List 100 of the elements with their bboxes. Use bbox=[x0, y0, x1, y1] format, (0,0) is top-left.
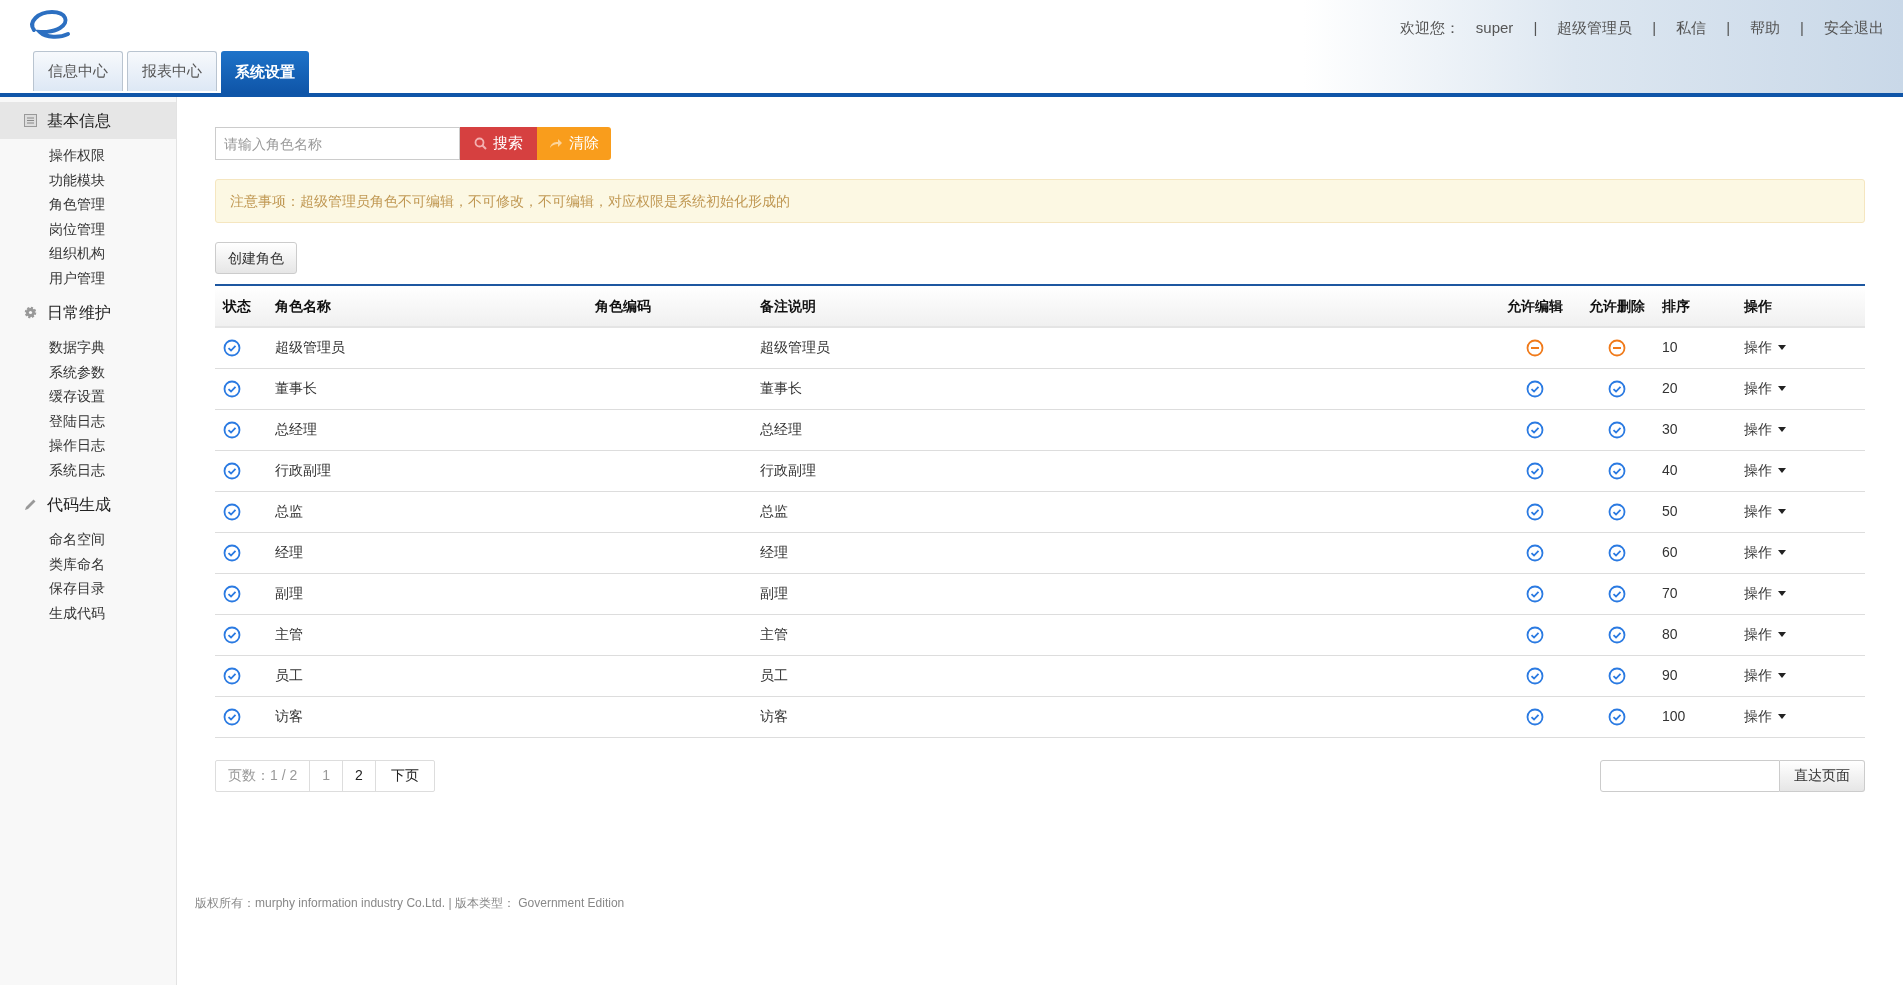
table-cell: 经理 bbox=[265, 532, 595, 573]
separator-text: | bbox=[1532, 18, 1539, 38]
action-dropdown[interactable]: 操作 bbox=[1744, 583, 1786, 604]
table-cell: 40 bbox=[1658, 450, 1740, 491]
action-dropdown[interactable]: 操作 bbox=[1744, 378, 1786, 399]
action-dropdown[interactable]: 操作 bbox=[1744, 501, 1786, 522]
notice-banner: 注意事项：超级管理员角色不可编辑，不可修改，不可编辑，对应权限是系统初始化形成的 bbox=[215, 179, 1865, 223]
header-link[interactable]: 超级管理员 bbox=[1557, 17, 1633, 40]
column-header: 允许删除 bbox=[1576, 285, 1658, 327]
caret-icon bbox=[1778, 386, 1786, 391]
header-link[interactable]: 帮助 bbox=[1750, 17, 1781, 40]
action-dropdown[interactable]: 操作 bbox=[1744, 419, 1786, 440]
sidebar-item[interactable]: 组织机构 bbox=[49, 241, 176, 266]
gear-icon bbox=[24, 306, 37, 319]
sidebar-item[interactable]: 缓存设置 bbox=[49, 384, 176, 409]
column-header: 排序 bbox=[1658, 285, 1740, 327]
separator-text: | bbox=[1651, 18, 1658, 38]
action-dropdown[interactable]: 操作 bbox=[1744, 337, 1786, 359]
nav-tab[interactable]: 报表中心 bbox=[127, 51, 217, 91]
caret-icon bbox=[1778, 550, 1786, 555]
page-info: 页数：1 / 2 bbox=[216, 760, 311, 791]
table-cell: 70 bbox=[1658, 573, 1740, 614]
arrow-icon bbox=[549, 138, 563, 149]
table-cell: 总监 bbox=[760, 491, 1494, 532]
sidebar-group-header[interactable]: 日常维护 bbox=[0, 294, 176, 331]
column-header: 角色编码 bbox=[595, 285, 760, 327]
column-header: 允许编辑 bbox=[1494, 285, 1576, 327]
header-link[interactable]: 安全退出 bbox=[1824, 17, 1884, 40]
table-cell: 行政副理 bbox=[760, 450, 1494, 491]
goto-page-button[interactable]: 直达页面 bbox=[1780, 759, 1865, 792]
table-cell: 主管 bbox=[760, 614, 1494, 655]
table-cell: 副理 bbox=[760, 573, 1494, 614]
table-cell: 行政副理 bbox=[265, 450, 595, 491]
search-field[interactable]: 请输入角色名称 bbox=[215, 127, 460, 160]
sidebar-item[interactable]: 系统参数 bbox=[49, 359, 176, 384]
table-cell: 30 bbox=[1658, 409, 1740, 450]
table-cell: 访客 bbox=[760, 696, 1494, 737]
sidebar-item[interactable]: 数据字典 bbox=[49, 335, 176, 360]
footer-text: 版权所有：murphy information industry Co.Ltd. | 版本类型： Government Edition bbox=[195, 895, 625, 910]
table-cell: 50 bbox=[1658, 491, 1740, 532]
caret-icon bbox=[1778, 427, 1786, 432]
sidebar-item[interactable]: 操作权限 bbox=[49, 143, 176, 168]
table-cell: 董事长 bbox=[265, 368, 595, 409]
action-dropdown[interactable]: 操作 bbox=[1744, 665, 1786, 686]
action-dropdown[interactable]: 操作 bbox=[1744, 542, 1786, 563]
action-dropdown[interactable]: 操作 bbox=[1744, 706, 1786, 727]
table-cell: 60 bbox=[1658, 532, 1740, 573]
table-cell: 80 bbox=[1658, 614, 1740, 655]
table-cell: 超级管理员 bbox=[265, 327, 595, 368]
pencil-icon bbox=[24, 498, 37, 511]
table-cell: 总经理 bbox=[265, 409, 595, 450]
sidebar-group-header[interactable]: 基本信息 bbox=[0, 102, 176, 139]
nav-tab[interactable]: 信息中心 bbox=[33, 51, 123, 91]
separator-text: | bbox=[1799, 18, 1805, 38]
search-icon bbox=[474, 137, 487, 150]
caret-icon bbox=[1778, 632, 1786, 637]
column-header: 状态 bbox=[215, 285, 265, 327]
sidebar-item[interactable]: 角色管理 bbox=[49, 192, 176, 217]
sidebar-item[interactable]: 系统日志 bbox=[49, 457, 176, 482]
next-page-link[interactable]: 下页 bbox=[375, 760, 434, 791]
page-link[interactable]: 2 bbox=[343, 760, 376, 791]
sidebar-item[interactable]: 岗位管理 bbox=[49, 216, 176, 241]
column-header: 角色名称 bbox=[265, 285, 595, 327]
caret-icon bbox=[1778, 345, 1786, 351]
sidebar-item[interactable]: 生成代码 bbox=[49, 600, 176, 625]
nav-tab[interactable]: 系统设置 bbox=[221, 51, 309, 93]
search-button[interactable]: 搜索 bbox=[460, 127, 537, 160]
table-cell: 90 bbox=[1658, 655, 1740, 696]
sidebar-item[interactable]: 命名空间 bbox=[49, 527, 176, 552]
column-header: 备注说明 bbox=[760, 285, 1494, 327]
sidebar-item[interactable]: 保存目录 bbox=[49, 576, 176, 601]
table-cell: 10 bbox=[1658, 327, 1740, 368]
sidebar-item[interactable]: 功能模块 bbox=[49, 167, 176, 192]
action-dropdown[interactable]: 操作 bbox=[1744, 460, 1786, 481]
page-number-field[interactable] bbox=[1600, 759, 1780, 792]
table-cell: 100 bbox=[1658, 696, 1740, 737]
table-cell: 经理 bbox=[760, 532, 1494, 573]
action-dropdown[interactable]: 操作 bbox=[1744, 624, 1786, 645]
header-link[interactable]: super bbox=[1475, 17, 1514, 40]
separator-text: | bbox=[1725, 18, 1732, 38]
list-icon bbox=[24, 114, 37, 127]
table-cell: 总经理 bbox=[760, 409, 1494, 450]
sidebar-item[interactable]: 操作日志 bbox=[49, 433, 176, 458]
table-cell: 董事长 bbox=[760, 368, 1494, 409]
table-cell: 超级管理员 bbox=[760, 327, 1494, 368]
caret-icon bbox=[1778, 673, 1786, 678]
header-link[interactable]: 私信 bbox=[1676, 17, 1707, 40]
sidebar-item[interactable]: 类库命名 bbox=[49, 551, 176, 576]
group-title: 代码生成 bbox=[47, 494, 111, 515]
caret-icon bbox=[1778, 591, 1786, 596]
table-cell: 20 bbox=[1658, 368, 1740, 409]
table-cell: 副理 bbox=[265, 573, 595, 614]
caret-icon bbox=[1778, 509, 1786, 514]
table-cell: 访客 bbox=[265, 696, 595, 737]
create-role-button[interactable]: 创建角色 bbox=[215, 242, 297, 274]
sidebar-item[interactable]: 登陆日志 bbox=[49, 408, 176, 433]
group-title: 基本信息 bbox=[47, 110, 111, 131]
sidebar-group-header[interactable]: 代码生成 bbox=[0, 486, 176, 523]
caret-icon bbox=[1778, 468, 1786, 473]
sidebar-item[interactable]: 用户管理 bbox=[49, 265, 176, 290]
